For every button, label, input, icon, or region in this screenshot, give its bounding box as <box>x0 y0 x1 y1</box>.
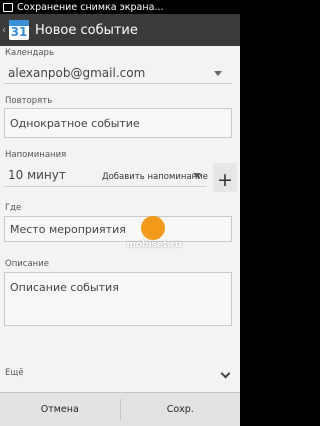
status-text: Сохранение снимка экрана... <box>17 1 164 13</box>
up-caret-icon[interactable]: ‹ <box>2 25 8 36</box>
repeat-value: Однократное событие <box>10 117 140 130</box>
chevron-down-icon <box>220 368 231 379</box>
screenshot-notification-icon <box>3 2 13 12</box>
save-button[interactable]: Сохр. <box>121 393 241 426</box>
repeat-button[interactable]: Однократное событие <box>4 108 232 138</box>
watermark-text: mobiset.ru <box>126 240 182 250</box>
watermark: mobiset.ru <box>124 216 184 256</box>
repeat-label: Повторять <box>5 96 53 106</box>
where-label: Где <box>5 203 22 213</box>
action-bar: ‹ 31 Новое событие <box>0 14 240 46</box>
description-input[interactable]: Описание события <box>4 272 232 326</box>
reminders-label: Напоминания <box>5 150 67 160</box>
divider <box>4 83 232 84</box>
more-toggle[interactable]: Ещё <box>0 362 240 384</box>
location-placeholder: Место мероприятия <box>10 223 126 236</box>
add-reminder-label[interactable]: Добавить напоминание <box>102 172 208 182</box>
event-form: Календарь alexanpob@gmail.com Повторять … <box>0 46 240 392</box>
calendar-value: alexanpob@gmail.com <box>8 66 146 80</box>
watermark-logo <box>141 216 165 240</box>
cancel-button[interactable]: Отмена <box>0 393 120 426</box>
bottom-bar: Отмена Сохр. <box>0 392 240 426</box>
page-title: Новое событие <box>35 22 138 38</box>
calendar-dropdown[interactable]: alexanpob@gmail.com <box>0 60 240 86</box>
divider <box>4 186 207 187</box>
dropdown-arrow-icon <box>214 71 222 76</box>
calendar-app-icon[interactable]: 31 <box>9 20 29 40</box>
location-input[interactable]: Место мероприятия <box>4 216 232 242</box>
plus-icon: + <box>217 168 233 191</box>
description-placeholder: Описание события <box>10 281 119 294</box>
status-bar: Сохранение снимка экрана... <box>0 0 240 14</box>
calendar-icon-number: 31 <box>10 25 28 39</box>
add-reminder-button[interactable]: + <box>213 168 237 192</box>
more-label: Ещё <box>5 368 24 378</box>
reminder-value: 10 минут <box>8 168 66 182</box>
calendar-label: Календарь <box>5 48 54 58</box>
description-label: Описание <box>5 259 49 269</box>
